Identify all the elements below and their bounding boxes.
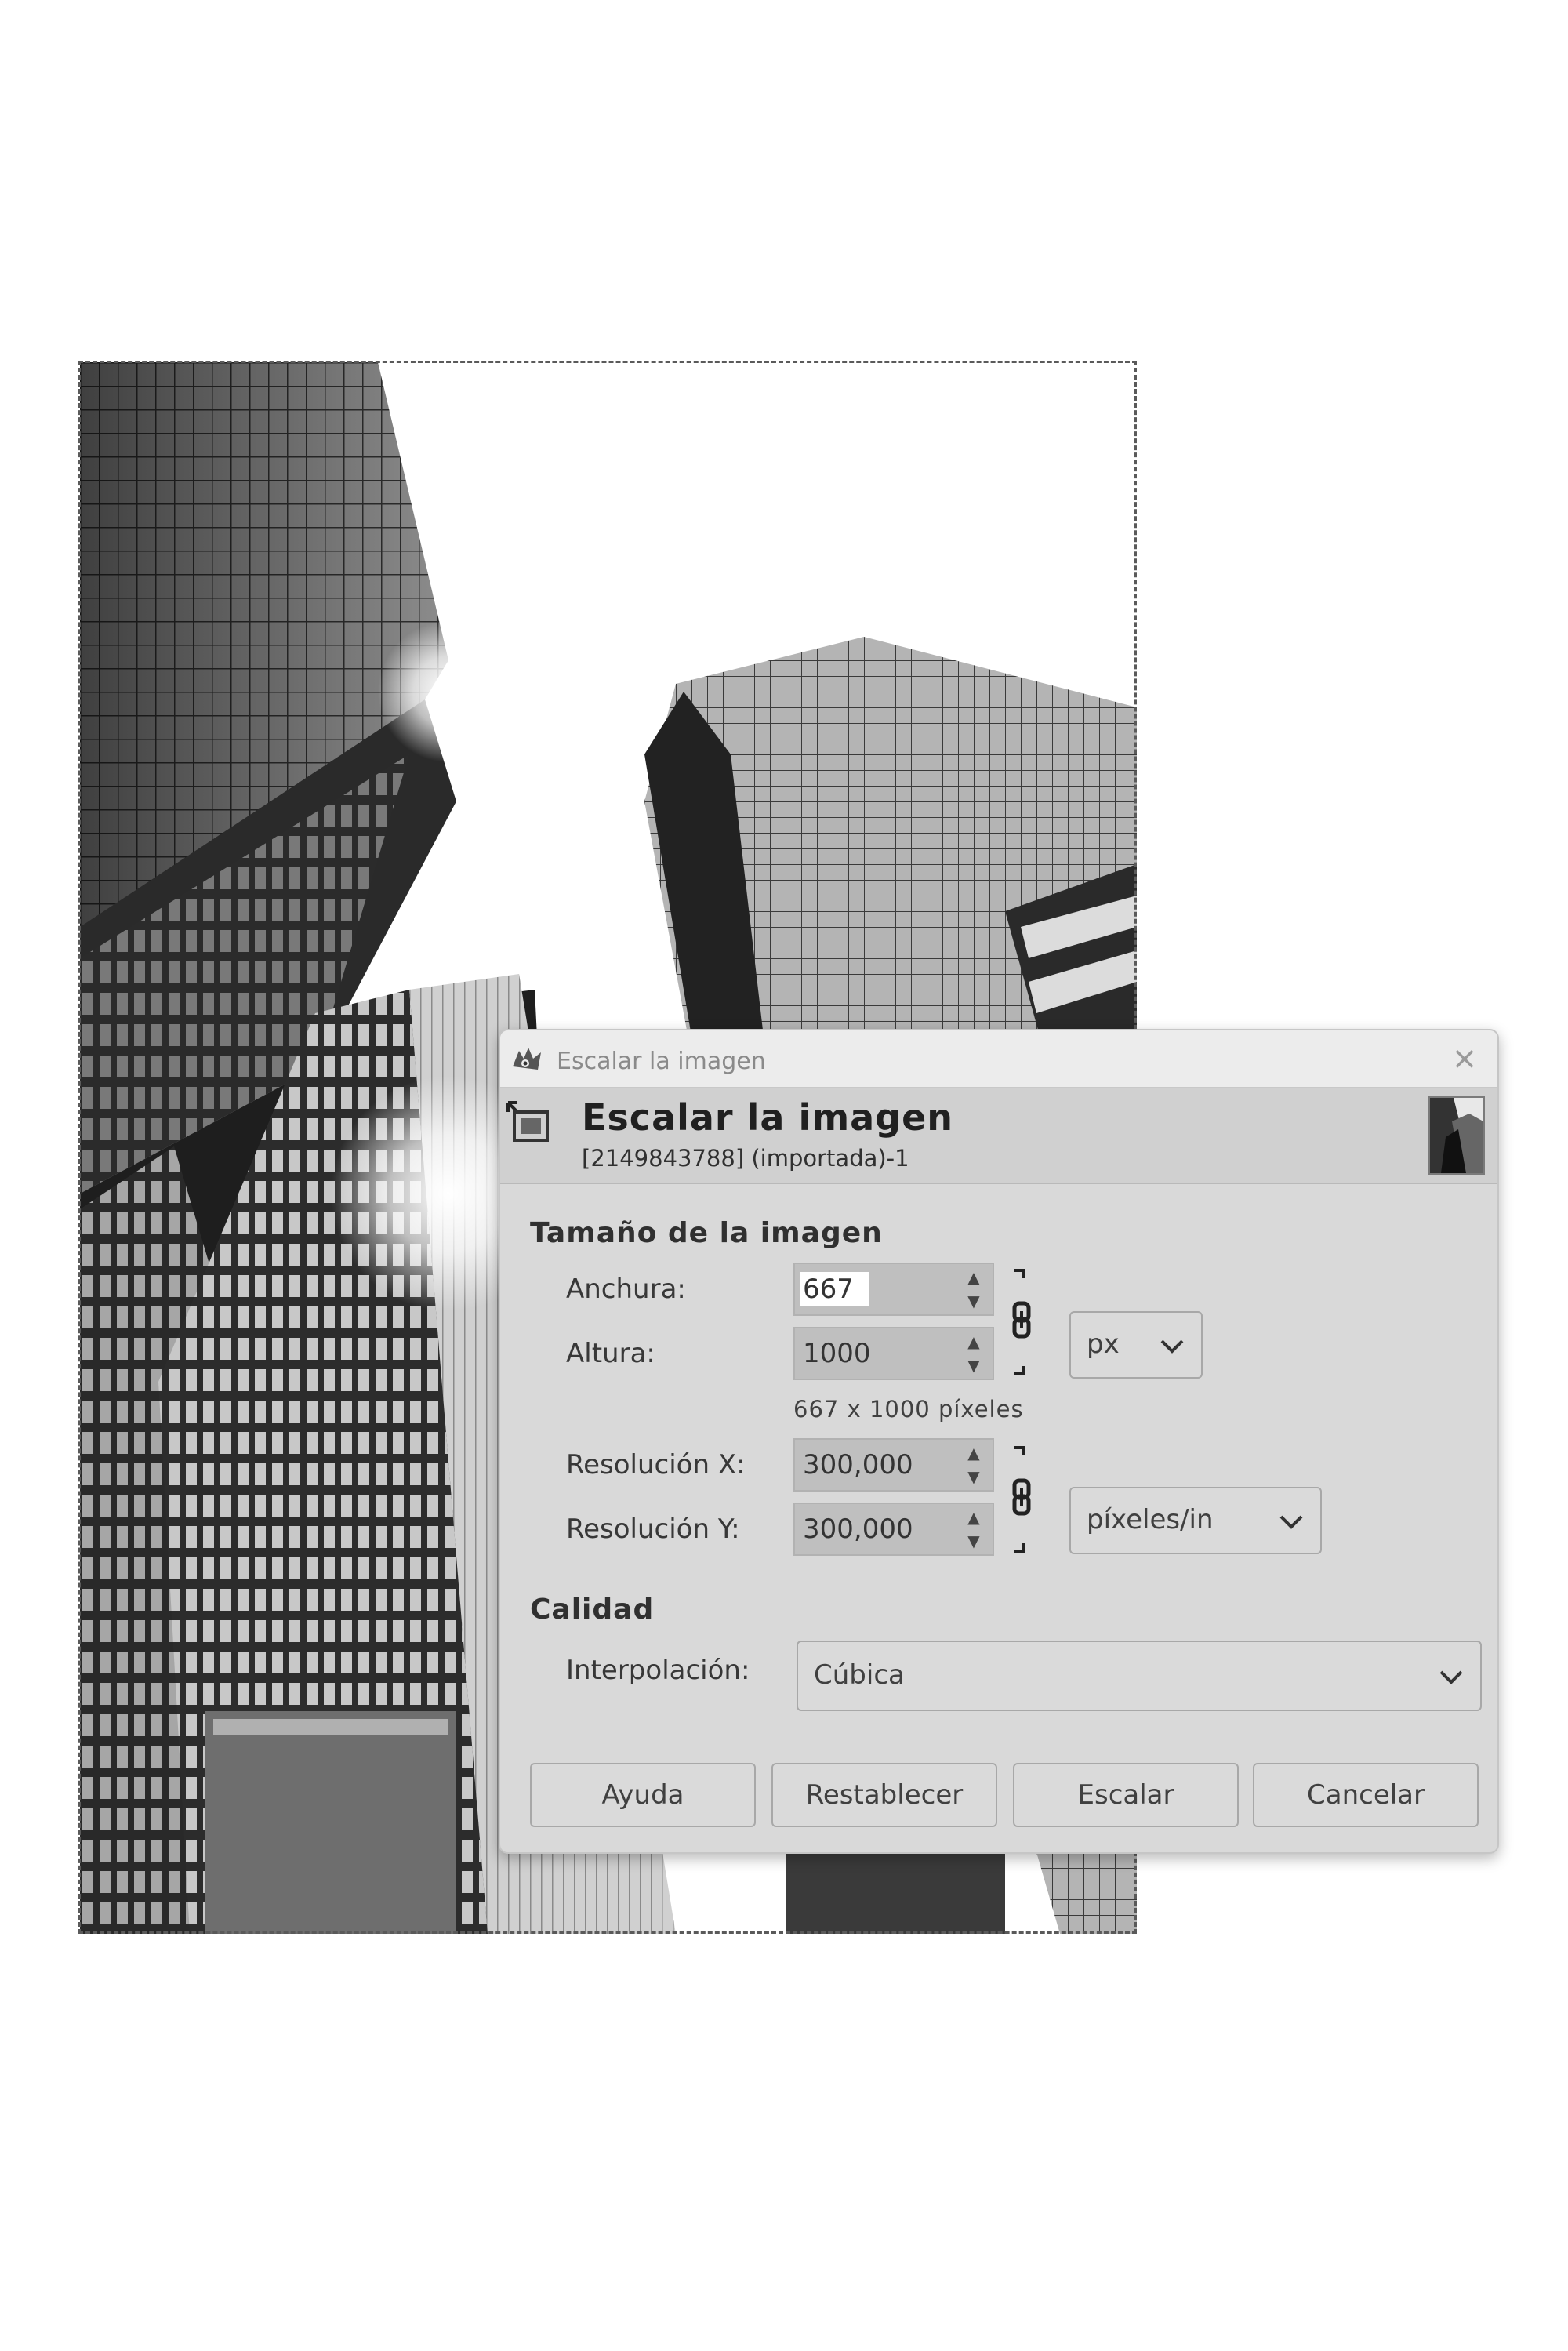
spin-down-icon[interactable]: ▼ <box>958 1354 989 1377</box>
chain-link-icon[interactable] <box>1007 1444 1038 1554</box>
quality-section-title: Calidad <box>530 1593 655 1626</box>
dialog-titlebar[interactable]: Escalar la imagen × <box>500 1030 1497 1088</box>
gimp-wilber-icon <box>513 1048 541 1070</box>
close-icon[interactable]: × <box>1447 1041 1482 1076</box>
size-unit-value: px <box>1087 1328 1120 1360</box>
spin-down-icon[interactable]: ▼ <box>958 1529 989 1553</box>
spin-down-icon[interactable]: ▼ <box>958 1465 989 1488</box>
interpolation-value: Cúbica <box>814 1659 905 1691</box>
interpolation-select[interactable]: Cúbica <box>797 1641 1482 1711</box>
res-x-spinner[interactable]: ▲ ▼ <box>793 1438 994 1492</box>
cancel-button[interactable]: Cancelar <box>1253 1763 1479 1827</box>
res-x-input[interactable] <box>800 1448 935 1482</box>
height-label: Altura: <box>566 1338 655 1369</box>
res-y-label: Resolución Y: <box>566 1513 740 1545</box>
chevron-down-icon <box>1279 1515 1303 1529</box>
scale-button[interactable]: Escalar <box>1013 1763 1239 1827</box>
res-y-spinner[interactable]: ▲ ▼ <box>793 1503 994 1556</box>
spin-down-icon[interactable]: ▼ <box>958 1289 989 1313</box>
chain-link-icon[interactable] <box>1007 1267 1038 1377</box>
chevron-down-icon <box>1160 1339 1184 1354</box>
spin-up-icon[interactable]: ▲ <box>958 1330 989 1354</box>
spin-up-icon[interactable]: ▲ <box>958 1441 989 1465</box>
chevron-down-icon <box>1439 1670 1463 1684</box>
resolution-unit-select[interactable]: píxeles/in <box>1069 1487 1322 1554</box>
dialog-heading: Escalar la imagen <box>582 1096 954 1139</box>
size-unit-select[interactable]: px <box>1069 1311 1203 1379</box>
spin-up-icon[interactable]: ▲ <box>958 1266 989 1289</box>
help-button[interactable]: Ayuda <box>530 1763 756 1827</box>
spin-up-icon[interactable]: ▲ <box>958 1506 989 1529</box>
reset-button[interactable]: Restablecer <box>771 1763 997 1827</box>
interpolation-label: Interpolación: <box>566 1655 750 1686</box>
image-size-section-title: Tamaño de la imagen <box>530 1217 883 1249</box>
height-spinner[interactable]: ▲ ▼ <box>793 1327 994 1380</box>
image-name: [2149843788] (importada)-1 <box>582 1145 909 1172</box>
pixel-size-info: 667 x 1000 píxeles <box>793 1396 1024 1423</box>
window-title: Escalar la imagen <box>557 1048 766 1075</box>
res-y-input[interactable] <box>800 1512 935 1546</box>
height-input[interactable] <box>800 1336 935 1371</box>
scale-image-icon <box>506 1101 549 1142</box>
width-label: Anchura: <box>566 1274 686 1305</box>
width-input[interactable] <box>800 1272 869 1306</box>
dialog-header: Escalar la imagen [2149843788] (importad… <box>500 1088 1497 1184</box>
image-thumbnail <box>1428 1096 1485 1175</box>
res-x-label: Resolución X: <box>566 1449 746 1481</box>
scale-image-dialog: Escalar la imagen × Escalar la imagen [2… <box>499 1029 1499 1854</box>
resolution-unit-value: píxeles/in <box>1087 1504 1214 1535</box>
width-spinner[interactable]: ▲ ▼ <box>793 1263 994 1316</box>
